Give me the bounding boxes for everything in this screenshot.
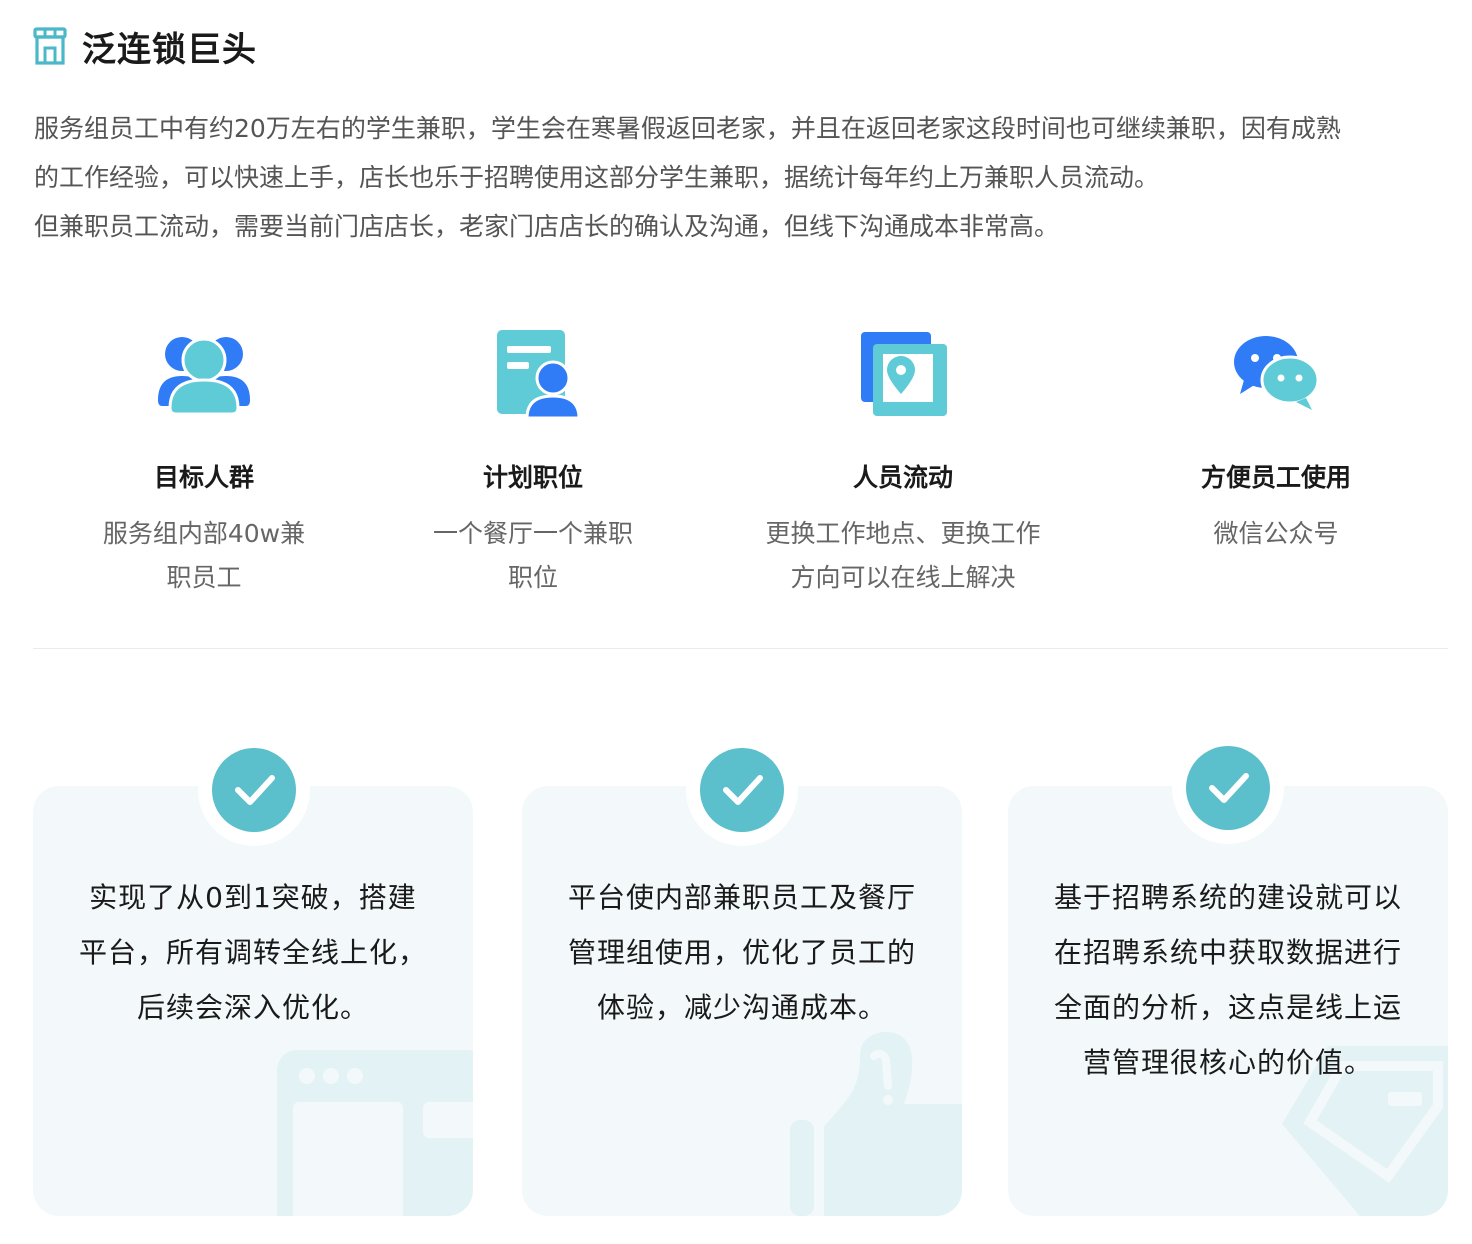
card-text-line: 基于招聘系统的建设就可以 [1053, 881, 1402, 914]
result-card: 基于招聘系统的建设就可以 在招聘系统中获取数据进行 全面的分析，这点是线上运 营… [1008, 786, 1448, 1216]
card-text-line: 平台，所有调转全线上化， [78, 936, 427, 969]
users-group-icon [158, 337, 250, 416]
page-title: 泛连锁巨头 [82, 29, 257, 70]
card-text-line: 平台使内部兼职员工及餐厅 [567, 881, 916, 914]
store-icon [33, 27, 67, 65]
card-text-line: 体验，减少沟通成本。 [596, 991, 887, 1024]
feature-desc: 一个餐厅一个兼职 职位 [373, 512, 693, 600]
feature-desc-line: 一个餐厅一个兼职 [432, 519, 633, 548]
card-text: 平台使内部兼职员工及餐厅 管理组使用，优化了员工的 体验，减少沟通成本。 [552, 870, 932, 1035]
card-text-line: 管理组使用，优化了员工的 [567, 936, 916, 969]
feature-desc-line: 方向可以在线上解决 [790, 563, 1016, 592]
card-text-line: 在招聘系统中获取数据进行 [1053, 936, 1402, 969]
feature-title: 人员流动 [852, 463, 953, 492]
feature-title: 方便员工使用 [1200, 463, 1351, 492]
page: 泛连锁巨头 服务组员工中有约20万左右的学生兼职，学生会在寒暑假返回老家，并且在… [0, 0, 1472, 1244]
feature-target-group: 目标人群 服务组内部40w兼 职员工 [44, 322, 364, 600]
feature-desc: 微信公众号 [1116, 512, 1436, 556]
card-text: 基于招聘系统的建设就可以 在招聘系统中获取数据进行 全面的分析，这点是线上运 营… [1038, 870, 1418, 1090]
feature-desc-line: 职位 [507, 563, 558, 592]
intro-line: 的工作经验，可以快速上手，店长也乐于招聘使用这部分学生兼职，据统计每年约上万兼职… [34, 163, 1160, 192]
feature-staff-flow: 人员流动 更换工作地点、更换工作 方向可以在线上解决 [743, 322, 1063, 600]
feature-desc: 更换工作地点、更换工作 方向可以在线上解决 [743, 512, 1063, 600]
feature-desc-line: 服务组内部40w兼 [102, 519, 306, 548]
result-card: 平台使内部兼职员工及餐厅 管理组使用，优化了员工的 体验，减少沟通成本。 [522, 786, 962, 1216]
check-badge [198, 734, 310, 846]
feature-desc-line: 更换工作地点、更换工作 [765, 519, 1041, 548]
location-map-icon [861, 332, 947, 416]
browser-window-icon [277, 1050, 473, 1216]
feature-list: 目标人群 服务组内部40w兼 职员工 计划职位 一个餐厅一个兼职 职位 人员流动… [0, 322, 1472, 612]
feature-desc-line: 职员工 [166, 563, 242, 592]
feature-desc-line: 微信公众号 [1213, 519, 1339, 548]
intro-paragraph: 服务组员工中有约20万左右的学生兼职，学生会在寒暑假返回老家，并且在返回老家这段… [34, 104, 1454, 251]
wechat-chat-icon [1234, 336, 1320, 410]
feature-planned-position: 计划职位 一个餐厅一个兼职 职位 [373, 322, 693, 600]
card-text: 实现了从0到1突破，搭建 平台，所有调转全线上化， 后续会深入优化。 [63, 870, 443, 1035]
feature-desc: 服务组内部40w兼 职员工 [44, 512, 364, 600]
section-divider [33, 648, 1448, 649]
check-badge [686, 734, 798, 846]
thumbs-up-icon [790, 1031, 962, 1216]
feature-easy-to-use: 方便员工使用 微信公众号 [1116, 322, 1436, 556]
section-header: 泛连锁巨头 [32, 24, 257, 70]
check-icon [723, 775, 763, 805]
result-card: 实现了从0到1突破，搭建 平台，所有调转全线上化， 后续会深入优化。 [33, 786, 473, 1216]
check-badge [1172, 732, 1284, 844]
job-card-icon [497, 330, 581, 420]
intro-line: 但兼职员工流动，需要当前门店店长，老家门店店长的确认及沟通，但线下沟通成本非常高… [34, 212, 1060, 241]
card-text-line: 全面的分析，这点是线上运 [1053, 991, 1402, 1024]
intro-line: 服务组员工中有约20万左右的学生兼职，学生会在寒暑假返回老家，并且在返回老家这段… [34, 114, 1341, 143]
check-icon [235, 775, 275, 805]
feature-title: 计划职位 [482, 463, 583, 492]
feature-title: 目标人群 [153, 463, 254, 492]
check-icon [1209, 773, 1249, 803]
card-text-line: 营管理很核心的价值。 [1082, 1046, 1373, 1079]
card-text-line: 实现了从0到1突破，搭建 [89, 881, 417, 914]
card-text-line: 后续会深入优化。 [136, 991, 369, 1024]
